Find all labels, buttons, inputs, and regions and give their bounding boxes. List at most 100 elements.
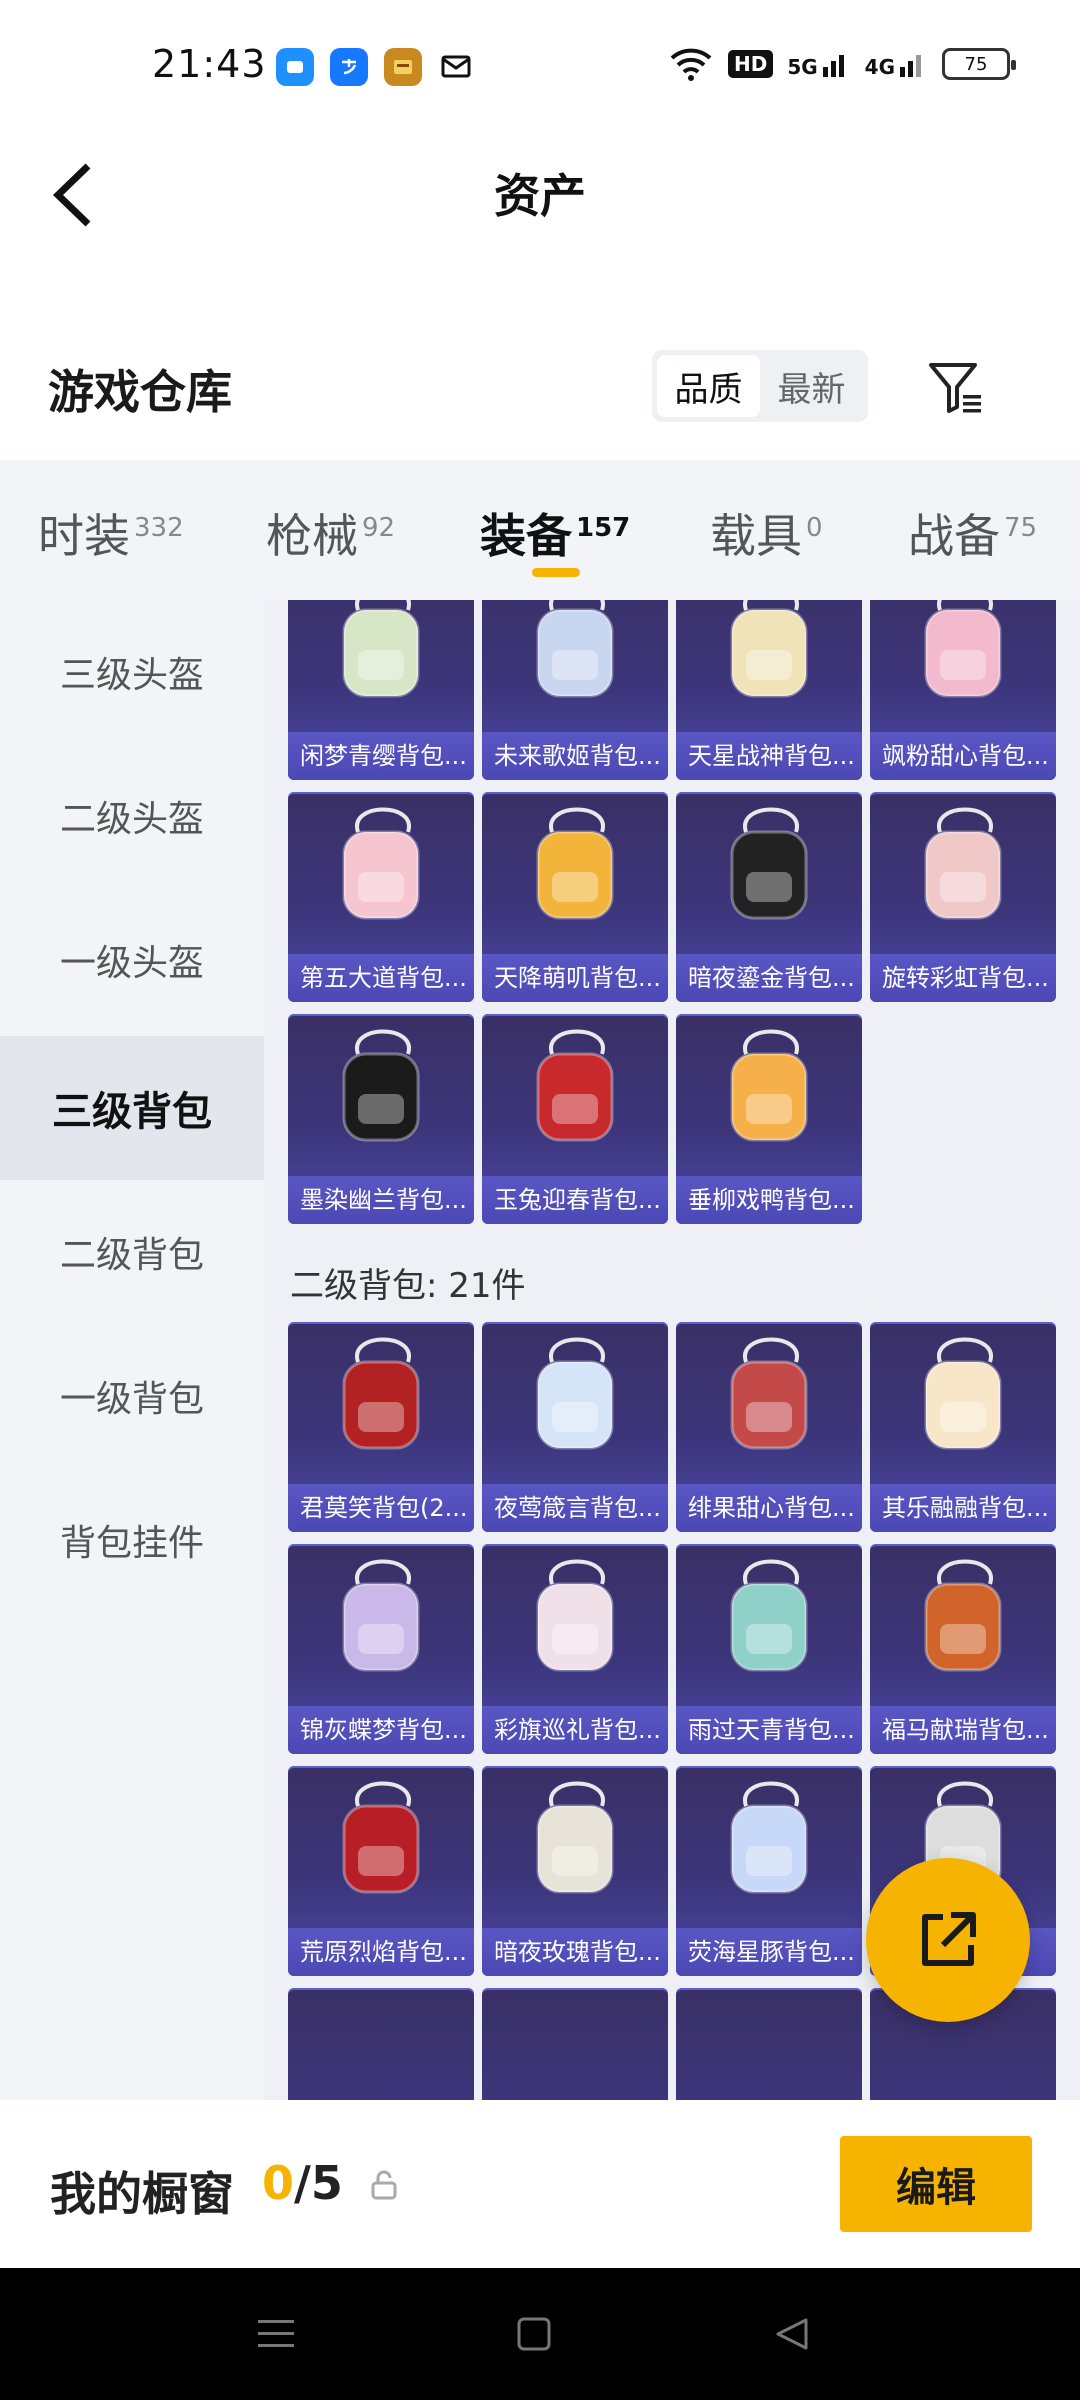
- item-name: 暗夜鎏金背包...: [676, 954, 862, 1002]
- item-name: 锦灰蝶梦背包...: [288, 1706, 474, 1754]
- share-button[interactable]: [866, 1858, 1030, 2022]
- item-card-level3[interactable]: 天星战神背包...: [676, 600, 862, 780]
- triangle-back-icon: [776, 2318, 808, 2350]
- item-card-level3[interactable]: 飒粉甜心背包...: [870, 600, 1056, 780]
- item-card-level2[interactable]: 福马献瑞背包...: [870, 1544, 1056, 1754]
- item-card-level2[interactable]: 彩旗巡礼背包...: [482, 1544, 668, 1754]
- status-bar: 21:43 HD 5G 4G 75: [0, 0, 1080, 130]
- backpack-image: [924, 807, 1002, 920]
- side-item-level1-backpack[interactable]: 一级背包: [0, 1324, 264, 1468]
- item-card-level3[interactable]: 未来歌姬背包...: [482, 600, 668, 780]
- item-card-level3[interactable]: 玉兔迎春背包...: [482, 1014, 668, 1224]
- item-name: 墨染幽兰背包...: [288, 1176, 474, 1224]
- item-card-level2[interactable]: 雨过天青背包...: [676, 1544, 862, 1754]
- item-card-level2[interactable]: 荧海星豚背包...: [676, 1766, 862, 1976]
- item-card-level2-partial[interactable]: [482, 1988, 668, 2100]
- showcase-count: 0/5: [262, 2156, 343, 2210]
- menu-nav-button[interactable]: [246, 2304, 306, 2364]
- tab-vehicles[interactable]: 载具 0: [710, 500, 823, 566]
- item-card-level3[interactable]: 墨染幽兰背包...: [288, 1014, 474, 1224]
- item-card-level2[interactable]: 君莫笑背包(2...: [288, 1322, 474, 1532]
- signal-5g-icon: 5G: [787, 49, 850, 79]
- share-icon: [922, 1912, 976, 1966]
- backpack-image: [536, 1781, 614, 1894]
- backpack-image: [924, 1337, 1002, 1450]
- system-nav-bar: [0, 2268, 1080, 2400]
- category-tabs: 时装 332 枪械 92 装备 157 载具 0 战备 75: [0, 460, 1080, 600]
- side-item-level3-helmet[interactable]: 三级头盔: [0, 600, 264, 744]
- sort-latest-option[interactable]: 最新: [760, 355, 863, 417]
- backpack-image: [730, 1337, 808, 1450]
- active-tab-indicator: [532, 568, 580, 577]
- sort-toggle: 品质 最新: [652, 350, 868, 422]
- edit-button[interactable]: 编辑: [840, 2136, 1032, 2232]
- filter-icon: [929, 363, 981, 413]
- backpack-image: [342, 807, 420, 920]
- item-card-level3[interactable]: 垂柳戏鸭背包...: [676, 1014, 862, 1224]
- item-card-level2[interactable]: 夜莺箴言背包...: [482, 1322, 668, 1532]
- item-name: 暗夜玫瑰背包...: [482, 1928, 668, 1976]
- item-card-level2[interactable]: 荒原烈焰背包...: [288, 1766, 474, 1976]
- signal-4g-icon: 4G: [865, 49, 928, 79]
- item-card-level3[interactable]: 暗夜鎏金背包...: [676, 792, 862, 1002]
- item-name: 旋转彩虹背包...: [870, 954, 1056, 1002]
- mail-icon: [438, 48, 476, 86]
- app-header: 资产: [0, 130, 1080, 260]
- item-name: 第五大道背包...: [288, 954, 474, 1002]
- system-indicators: HD 5G 4G 75: [668, 46, 1016, 82]
- side-item-level1-helmet[interactable]: 一级头盔: [0, 888, 264, 1032]
- item-name: 雨过天青背包...: [676, 1706, 862, 1754]
- item-card-level3[interactable]: 闲梦青缨背包...: [288, 600, 474, 780]
- tab-firearms[interactable]: 枪械 92: [266, 500, 395, 566]
- item-name: 荧海星豚背包...: [676, 1928, 862, 1976]
- hd-icon: HD: [727, 50, 774, 78]
- wifi-icon: [670, 48, 712, 81]
- item-card-level3[interactable]: 旋转彩虹背包...: [870, 792, 1056, 1002]
- backpack-image: [342, 1337, 420, 1450]
- tab-supplies[interactable]: 战备 75: [908, 500, 1037, 566]
- item-card-level2[interactable]: 绯果甜心背包...: [676, 1322, 862, 1532]
- item-card-level3[interactable]: 天降萌叽背包...: [482, 792, 668, 1002]
- unlock-icon: [371, 2170, 397, 2200]
- tab-fashion[interactable]: 时装 332: [38, 500, 184, 566]
- side-item-level3-backpack[interactable]: 三级背包: [0, 1036, 264, 1180]
- notification-icons: [276, 48, 476, 86]
- item-card-level3[interactable]: 第五大道背包...: [288, 792, 474, 1002]
- item-name: 君莫笑背包(2...: [288, 1484, 474, 1532]
- home-nav-button[interactable]: [504, 2304, 564, 2364]
- item-name: 彩旗巡礼背包...: [482, 1706, 668, 1754]
- item-card-level2-partial[interactable]: [676, 1988, 862, 2100]
- side-item-backpack-charm[interactable]: 背包挂件: [0, 1468, 264, 1612]
- backpack-image: [730, 1781, 808, 1894]
- side-nav: 三级头盔 二级头盔 一级头盔 三级背包 二级背包 一级背包 背包挂件: [0, 600, 264, 2100]
- backpack-image: [342, 1781, 420, 1894]
- home-square-icon: [517, 2317, 551, 2351]
- item-card-level2-partial[interactable]: [288, 1988, 474, 2100]
- item-name: 荒原烈焰背包...: [288, 1928, 474, 1976]
- side-item-level2-helmet[interactable]: 二级头盔: [0, 744, 264, 888]
- item-card-level2[interactable]: 暗夜玫瑰背包...: [482, 1766, 668, 1976]
- tab-equipment[interactable]: 装备 157: [480, 500, 630, 566]
- backpack-image: [536, 807, 614, 920]
- backpack-image: [342, 1029, 420, 1142]
- filter-button[interactable]: [920, 352, 990, 422]
- item-name: 未来歌姬背包...: [482, 732, 668, 780]
- game-app-icon: [384, 48, 422, 86]
- backpack-image: [536, 1559, 614, 1672]
- backpack-image: [730, 1559, 808, 1672]
- item-card-level2[interactable]: 其乐融融背包...: [870, 1322, 1056, 1532]
- showcase-bar: 我的橱窗 0/5 编辑: [0, 2100, 1080, 2268]
- backpack-image: [730, 1029, 808, 1142]
- battery-icon: 75: [942, 48, 1016, 80]
- side-item-level2-backpack[interactable]: 二级背包: [0, 1180, 264, 1324]
- back-nav-button[interactable]: [762, 2304, 822, 2364]
- backpack-image: [536, 1029, 614, 1142]
- item-name: 垂柳戏鸭背包...: [676, 1176, 862, 1224]
- showcase-title: 我的橱窗: [50, 2167, 234, 2221]
- item-card-level2[interactable]: 锦灰蝶梦背包...: [288, 1544, 474, 1754]
- item-name: 天降萌叽背包...: [482, 954, 668, 1002]
- app-notification-icon: [276, 48, 314, 86]
- sort-quality-option[interactable]: 品质: [657, 355, 760, 417]
- page-title: 资产: [494, 169, 586, 223]
- backpack-image: [924, 1559, 1002, 1672]
